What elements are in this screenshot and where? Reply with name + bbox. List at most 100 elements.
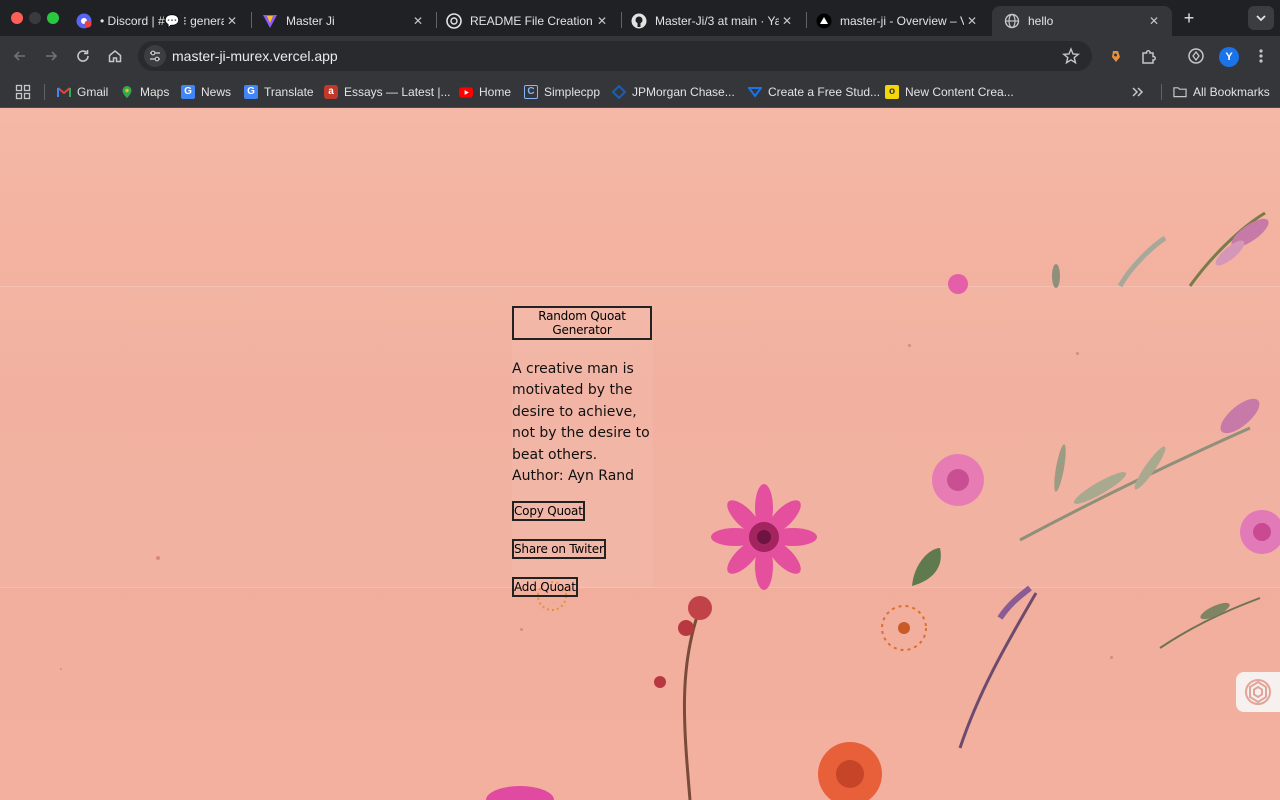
chevron-down-icon — [1256, 15, 1266, 22]
arrow-left-icon — [13, 51, 25, 61]
tab-hello[interactable]: hello ✕ — [992, 6, 1172, 36]
arrow-right-icon — [46, 51, 58, 61]
translate-icon: G — [244, 85, 258, 99]
flower-sprig-middle-right — [1019, 398, 1280, 554]
bookmark-essays[interactable]: a Essays — Latest |... — [324, 84, 451, 100]
kebab-menu-icon[interactable] — [1249, 44, 1273, 68]
bookmark-label: JPMorgan Chase... — [632, 85, 735, 99]
tab-title: Master-Ji/3 at main · Ya — [655, 14, 779, 28]
forward-button[interactable] — [39, 44, 63, 68]
tab-search-button[interactable] — [1248, 6, 1274, 30]
tab-master-ji[interactable]: Master Ji ✕ — [250, 6, 436, 36]
bookmark-label: Gmail — [77, 85, 109, 99]
tab-title: master-ji - Overview – V — [840, 14, 964, 28]
bookmarks-divider — [1161, 84, 1162, 100]
address-bar[interactable]: master-ji-murex.vercel.app — [138, 41, 1092, 71]
tab-title: hello — [1028, 14, 1054, 28]
gmail-icon — [57, 85, 71, 99]
tab-strip: • Discord | #💬 ⁝ genera ✕ Master Ji ✕ RE… — [0, 0, 1280, 36]
jpmorgan-icon — [612, 85, 626, 99]
bookmark-label: Translate — [264, 85, 314, 99]
essays-icon: a — [324, 85, 338, 99]
quote-generator-app: Random Quoat Generator A creative man is… — [512, 306, 652, 615]
bookmark-label: Simplecpp — [544, 85, 601, 99]
github-icon — [631, 13, 647, 29]
simplecpp-icon: C — [524, 85, 538, 99]
pink-round-flower-center — [947, 469, 969, 491]
window-minimize-button[interactable] — [29, 12, 41, 24]
reload-button[interactable] — [71, 44, 95, 68]
openai-widget-icon — [1245, 679, 1271, 705]
tab-discord[interactable]: • Discord | #💬 ⁝ genera ✕ — [64, 6, 250, 36]
youtube-icon — [459, 85, 473, 99]
close-icon[interactable]: ✕ — [779, 13, 795, 29]
pink-daisy-flower — [711, 484, 817, 590]
discord-icon — [76, 13, 92, 29]
bookmark-translate[interactable]: G Translate — [244, 84, 314, 100]
tab-title: • Discord | #💬 ⁝ genera — [100, 14, 224, 28]
home-button[interactable] — [103, 44, 127, 68]
openai-icon — [446, 13, 462, 29]
bookmark-create-student[interactable]: Create a Free Stud... — [748, 84, 880, 100]
bookmark-jpmorgan[interactable]: JPMorgan Chase... — [612, 84, 735, 100]
bookmark-label: Create a Free Stud... — [768, 85, 881, 99]
window-close-button[interactable] — [11, 12, 23, 24]
extension-pin-icon[interactable] — [1104, 44, 1128, 68]
tab-vercel[interactable]: master-ji - Overview – V ✕ — [804, 6, 990, 36]
tab-readme[interactable]: README File Creation ✕ — [434, 6, 620, 36]
vercel-icon — [816, 13, 832, 29]
bookmark-label: Home — [479, 85, 512, 99]
bookmark-label: New Content Crea... — [905, 85, 1014, 99]
student-icon — [748, 85, 762, 99]
close-icon[interactable]: ✕ — [224, 13, 240, 29]
random-quote-generator-button[interactable]: Random Quoat Generator — [512, 306, 652, 340]
tab-title: Master Ji — [286, 14, 335, 28]
bookmark-label: Maps — [140, 85, 170, 99]
bookmark-label: News — [201, 85, 232, 99]
quote-text: A creative man is motivated by the desir… — [512, 361, 650, 485]
bookmark-label: Essays — Latest |... — [344, 85, 451, 99]
browser-toolbar: master-ji-murex.vercel.app — [0, 36, 1280, 76]
reload-icon — [77, 50, 89, 62]
bookmark-news[interactable]: G News — [181, 84, 231, 100]
bookmarks-overflow-icon[interactable] — [1131, 84, 1145, 100]
copy-quote-button[interactable]: Copy Quoat — [512, 501, 585, 522]
tab-title: README File Creation — [470, 14, 593, 28]
chatgpt-extension-icon[interactable] — [1184, 44, 1208, 68]
close-icon[interactable]: ✕ — [1146, 13, 1162, 29]
extensions-puzzle-icon[interactable] — [1137, 44, 1161, 68]
all-bookmarks-label: All Bookmarks — [1193, 85, 1270, 99]
all-bookmarks-button[interactable]: All Bookmarks — [1173, 84, 1270, 100]
bookmarks-bar: Gmail Maps G News G Translate a Essays —… — [0, 76, 1280, 108]
bookmark-maps[interactable]: Maps — [120, 84, 169, 100]
bookmark-gmail[interactable]: Gmail — [57, 84, 108, 100]
bookmarks-divider — [44, 84, 45, 100]
bookmark-star-icon[interactable] — [1061, 47, 1081, 70]
close-icon[interactable]: ✕ — [594, 13, 610, 29]
green-leaf — [912, 548, 941, 586]
bookmark-simplecpp[interactable]: C Simplecpp — [524, 84, 600, 100]
news-icon: G — [181, 85, 195, 99]
floating-assistant-button[interactable] — [1236, 672, 1280, 712]
close-icon[interactable]: ✕ — [964, 13, 980, 29]
new-tab-button[interactable]: + — [1180, 8, 1198, 28]
quote-actions: Copy Quoat Share on Twiter Add Quoat — [512, 501, 652, 598]
globe-icon — [1004, 13, 1020, 29]
add-quote-button[interactable]: Add Quoat — [512, 577, 578, 598]
back-button[interactable] — [8, 44, 32, 68]
home-icon — [108, 50, 122, 63]
window-maximize-button[interactable] — [47, 12, 59, 24]
bookmark-new-content[interactable]: o New Content Crea... — [885, 84, 1014, 100]
site-info-icon[interactable] — [144, 45, 166, 67]
content-icon: o — [885, 85, 899, 99]
maps-icon — [120, 85, 134, 99]
folder-icon — [1173, 85, 1187, 99]
share-on-twitter-button[interactable]: Share on Twiter — [512, 539, 606, 560]
profile-avatar[interactable]: Y — [1219, 47, 1239, 67]
url-text[interactable]: master-ji-murex.vercel.app — [172, 48, 338, 64]
apps-grid-icon[interactable] — [15, 84, 31, 100]
vite-icon — [262, 13, 278, 29]
bookmark-youtube-home[interactable]: Home — [459, 84, 511, 100]
close-icon[interactable]: ✕ — [410, 13, 426, 29]
tab-github[interactable]: Master-Ji/3 at main · Ya ✕ — [619, 6, 805, 36]
